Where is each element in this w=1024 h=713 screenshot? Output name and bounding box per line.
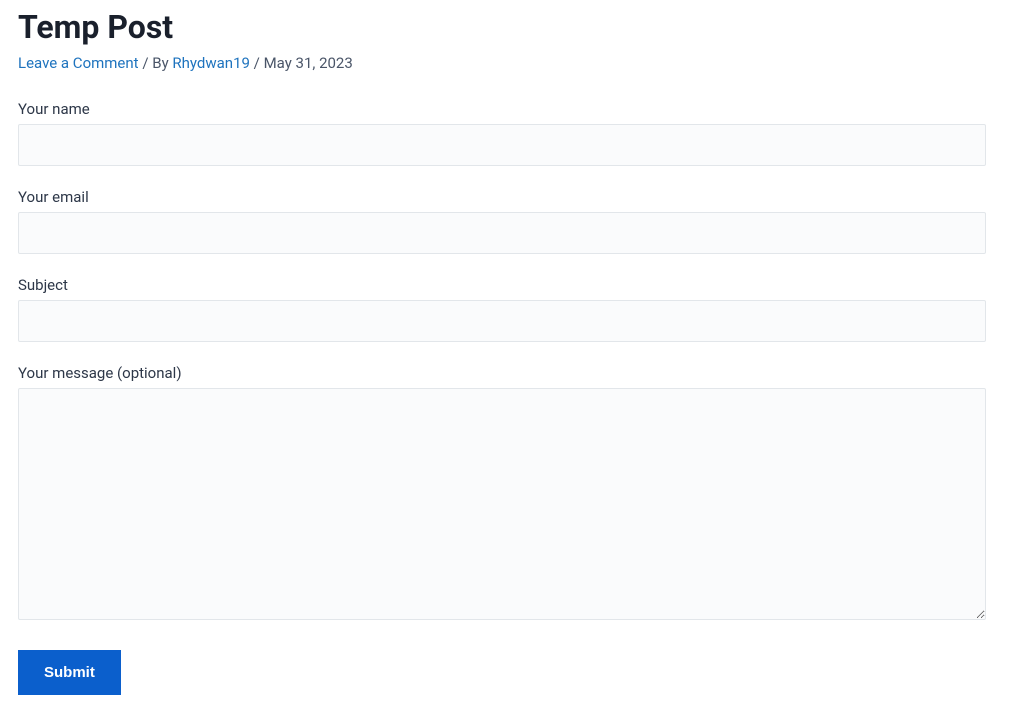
post-meta: Leave a Comment / By Rhydwan19 / May 31,… (18, 54, 1006, 72)
subject-field-group: Subject (18, 276, 1006, 342)
name-input[interactable] (18, 124, 986, 166)
post-title: Temp Post (18, 8, 1006, 46)
author-link[interactable]: Rhydwan19 (172, 54, 250, 72)
leave-comment-link[interactable]: Leave a Comment (18, 54, 139, 72)
message-field-group: Your message (optional) (18, 364, 1006, 624)
email-label: Your email (18, 188, 1006, 206)
name-field-group: Your name (18, 100, 1006, 166)
email-field-group: Your email (18, 188, 1006, 254)
subject-label: Subject (18, 276, 1006, 294)
post-date: May 31, 2023 (264, 54, 353, 72)
meta-separator: / (250, 54, 264, 72)
submit-button[interactable]: Submit (18, 650, 121, 695)
meta-separator: / By (139, 54, 173, 72)
name-label: Your name (18, 100, 1006, 118)
subject-input[interactable] (18, 300, 986, 342)
email-input[interactable] (18, 212, 986, 254)
message-textarea[interactable] (18, 388, 986, 620)
message-label: Your message (optional) (18, 364, 1006, 382)
